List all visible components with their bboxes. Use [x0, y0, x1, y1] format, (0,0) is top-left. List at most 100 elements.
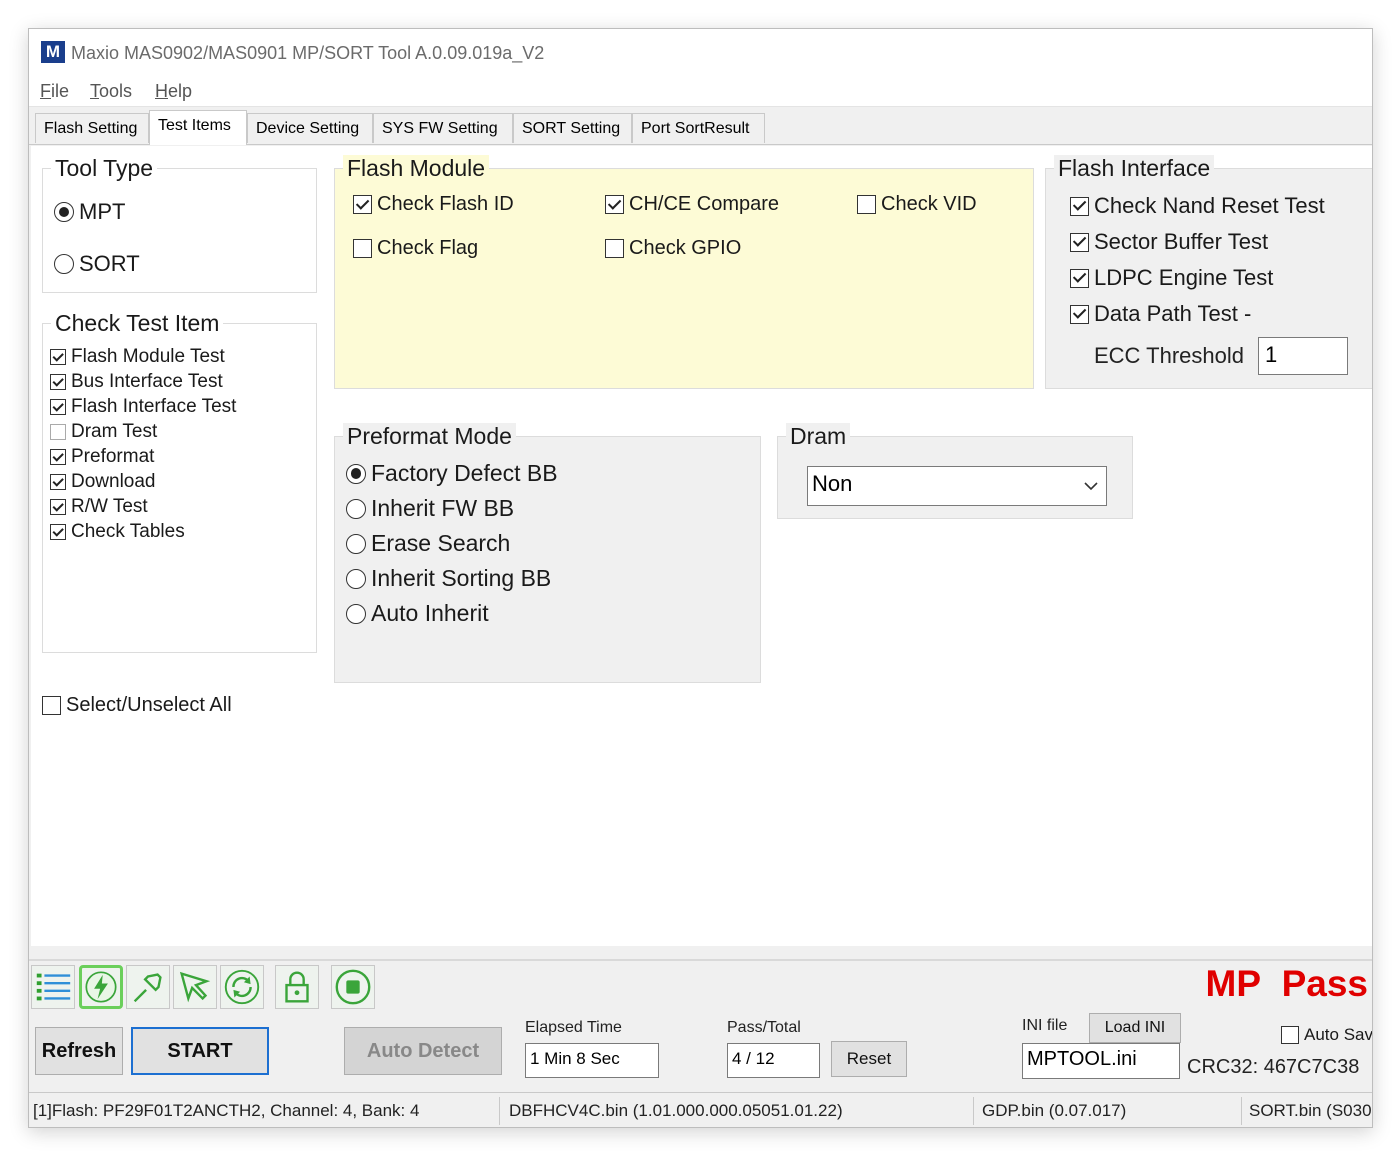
check-vid[interactable]: Check VID: [857, 193, 977, 216]
check-ldpc-engine-test[interactable]: LDPC Engine Test: [1070, 265, 1273, 291]
radio-inherit-sorting-bb[interactable]: Inherit Sorting BB: [346, 565, 551, 592]
reset-button[interactable]: Reset: [831, 1041, 907, 1077]
flash-module-legend: Flash Module: [343, 155, 490, 182]
action-toolbar: MP Pass: [29, 959, 1372, 1009]
tab-port-sortresult[interactable]: Port SortResult: [632, 113, 765, 143]
checkbox-icon: [1070, 268, 1089, 288]
dram-select[interactable]: Non: [807, 466, 1107, 506]
check-bus-interface-test[interactable]: Bus Interface Test: [50, 371, 223, 393]
radio-mpt-dot: [54, 202, 74, 222]
check-flash-id[interactable]: Check Flash ID: [353, 193, 514, 216]
check-test-item-group: Check Test Item Flash Module Test Bus In…: [42, 310, 317, 653]
start-button[interactable]: START: [131, 1027, 269, 1075]
check-preformat[interactable]: Preformat: [50, 446, 154, 468]
check-flash-interface-test[interactable]: Flash Interface Test: [50, 396, 236, 418]
load-ini-button[interactable]: Load INI: [1089, 1013, 1181, 1043]
flash-interface-group: Flash Interface Check Nand Reset Test Se…: [1045, 155, 1372, 389]
menu-tools[interactable]: Tools: [90, 81, 132, 102]
check-sector-buffer-test[interactable]: Sector Buffer Test: [1070, 229, 1268, 255]
tool-type-group: Tool Type MPT SORT: [42, 155, 317, 293]
tab-device-setting[interactable]: Device Setting: [247, 113, 373, 143]
tab-strip: Flash Setting Test Items Device Setting …: [29, 107, 1372, 145]
checkbox-icon: [42, 696, 61, 715]
menu-help[interactable]: Help: [155, 81, 192, 102]
check-ch-ce-compare[interactable]: CH/CE Compare: [605, 193, 779, 216]
list-icon[interactable]: [31, 965, 75, 1009]
status-flash-info: [1]Flash: PF29F01T2ANCTH2, Channel: 4, B…: [33, 1101, 420, 1120]
radio-auto-inherit[interactable]: Auto Inherit: [346, 600, 489, 627]
flash-module-group: Flash Module Check Flash ID CH/CE Compar…: [334, 155, 1034, 389]
stop-icon[interactable]: [331, 965, 375, 1009]
pass-total-label: Pass/Total: [727, 1019, 801, 1036]
check-download[interactable]: Download: [50, 471, 156, 493]
tab-sort-setting[interactable]: SORT Setting: [513, 113, 632, 143]
tab-flash-setting[interactable]: Flash Setting: [35, 113, 149, 143]
check-rw-test[interactable]: R/W Test: [50, 496, 148, 518]
checkbox-icon: [50, 349, 66, 365]
ecc-threshold-input[interactable]: 1: [1258, 337, 1348, 375]
check-flash-module-test[interactable]: Flash Module Test: [50, 346, 225, 368]
auto-save-checkbox[interactable]: Auto Sav: [1281, 1025, 1372, 1045]
check-check-tables[interactable]: Check Tables: [50, 521, 185, 543]
status-divider: [499, 1097, 500, 1125]
crc32-label: CRC32: 467C7C38: [1187, 1056, 1360, 1078]
dram-legend: Dram: [786, 423, 851, 450]
radio-factory-defect-bb[interactable]: Factory Defect BB: [346, 460, 558, 487]
app-window: M Maxio MAS0902/MAS0901 MP/SORT Tool A.0…: [28, 28, 1373, 1128]
status-gdp-bin: GDP.bin (0.07.017): [982, 1101, 1127, 1120]
refresh-cycle-icon[interactable]: [220, 965, 264, 1009]
elapsed-time-field: 1 Min 8 Sec: [525, 1043, 659, 1078]
pass-total-field: 4 / 12: [727, 1043, 820, 1078]
title-bar: M Maxio MAS0902/MAS0901 MP/SORT Tool A.0…: [29, 29, 1372, 75]
checkbox-icon: [50, 399, 66, 415]
checkbox-icon: [605, 239, 624, 258]
menu-file[interactable]: File: [40, 81, 69, 102]
auto-detect-button[interactable]: Auto Detect: [344, 1027, 502, 1075]
status-sort-bin: SORT.bin (S030: [1249, 1101, 1372, 1120]
chevron-down-icon: [1084, 482, 1098, 491]
flash-interface-legend: Flash Interface: [1054, 155, 1215, 182]
tab-test-items[interactable]: Test Items: [149, 110, 247, 145]
tab-sys-fw-setting[interactable]: SYS FW Setting: [373, 113, 513, 143]
checkbox-icon: [50, 424, 66, 440]
checkbox-icon: [353, 239, 372, 258]
checkbox-icon: [50, 499, 66, 515]
radio-icon: [346, 463, 366, 484]
lock-icon[interactable]: [275, 965, 319, 1009]
checkbox-icon: [1281, 1026, 1299, 1044]
checkbox-icon: [1070, 196, 1089, 216]
check-dram-test[interactable]: Dram Test: [50, 421, 157, 443]
ini-file-field[interactable]: MPTOOL.ini: [1022, 1043, 1180, 1079]
pin-icon[interactable]: [126, 965, 170, 1009]
radio-sort[interactable]: SORT: [54, 251, 140, 277]
radio-sort-dot: [54, 254, 74, 274]
status-divider: [1241, 1097, 1242, 1125]
checkbox-icon: [1070, 232, 1089, 252]
select-unselect-all[interactable]: Select/Unselect All: [42, 694, 232, 717]
tool-type-legend: Tool Type: [51, 155, 158, 182]
lightning-icon[interactable]: [79, 965, 123, 1009]
checkbox-icon: [50, 374, 66, 390]
radio-icon: [346, 568, 366, 589]
check-data-path-test[interactable]: Data Path Test -: [1070, 301, 1251, 327]
refresh-button[interactable]: Refresh: [35, 1027, 123, 1075]
check-flag[interactable]: Check Flag: [353, 237, 478, 260]
radio-icon: [346, 603, 366, 624]
radio-icon: [346, 498, 366, 519]
checkbox-icon: [50, 449, 66, 465]
check-nand-reset-test[interactable]: Check Nand Reset Test: [1070, 193, 1325, 219]
radio-mpt[interactable]: MPT: [54, 199, 125, 225]
test-items-panel: Tool Type MPT SORT Check Test Item Flash…: [31, 146, 1372, 946]
cursor-arrow-icon[interactable]: [173, 965, 217, 1009]
radio-inherit-fw-bb[interactable]: Inherit FW BB: [346, 495, 514, 522]
radio-erase-search[interactable]: Erase Search: [346, 530, 510, 557]
app-logo-icon: M: [41, 41, 65, 63]
radio-icon: [346, 533, 366, 554]
checkbox-icon: [50, 474, 66, 490]
checkbox-icon: [857, 195, 876, 214]
checkbox-icon: [605, 195, 624, 214]
check-gpio[interactable]: Check GPIO: [605, 237, 741, 260]
ecc-threshold-label: ECC Threshold: [1094, 343, 1244, 368]
preformat-mode-group: Preformat Mode Factory Defect BB Inherit…: [334, 423, 761, 683]
preformat-mode-legend: Preformat Mode: [343, 423, 516, 450]
